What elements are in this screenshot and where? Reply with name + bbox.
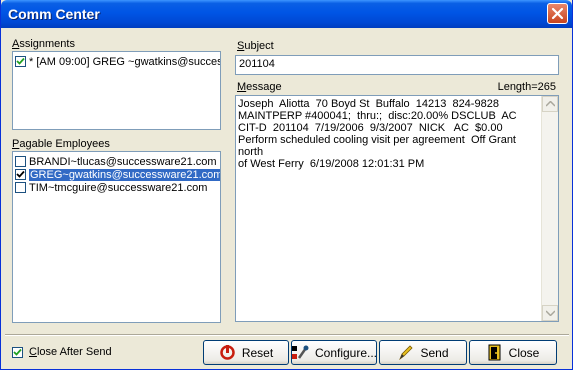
reset-button-label: Reset xyxy=(241,345,274,360)
check-icon xyxy=(16,170,25,178)
assignment-item[interactable]: * [AM 09:00] GREG ~gwatkins@successware2… xyxy=(15,55,221,68)
configure-button-label: Configure... xyxy=(314,345,378,360)
assignment-item-text: * [AM 09:00] GREG ~gwatkins@successware2… xyxy=(29,55,221,68)
reset-button[interactable]: Reset xyxy=(203,340,289,365)
close-after-send-checkbox[interactable] xyxy=(12,346,23,358)
configure-button[interactable]: Configure... xyxy=(291,340,377,365)
scroll-up-button[interactable] xyxy=(542,96,558,112)
door-icon xyxy=(488,344,501,361)
close-button-label: Close xyxy=(508,345,540,360)
title-bar[interactable]: Comm Center xyxy=(1,0,572,28)
message-text: Joseph Aliotta 70 Boyd St Buffalo 14213 … xyxy=(238,98,517,170)
scroll-down-icon xyxy=(546,310,555,316)
window-title: Comm Center xyxy=(8,6,100,22)
configure-icon xyxy=(291,345,309,359)
message-label: Message xyxy=(237,81,282,93)
employee-item-text: GREG~gwatkins@successware21.com xyxy=(29,168,220,181)
employee-checkbox[interactable] xyxy=(15,169,26,180)
message-length: Length=265 xyxy=(497,81,556,93)
send-button-label: Send xyxy=(420,345,449,360)
message-textarea[interactable]: Joseph Aliotta 70 Boyd St Buffalo 14213 … xyxy=(235,95,559,322)
scroll-up-icon xyxy=(546,101,555,107)
close-icon xyxy=(551,7,564,20)
message-scrollbar[interactable] xyxy=(541,96,558,321)
send-button[interactable]: Send xyxy=(379,340,467,365)
subject-input[interactable]: 201104 xyxy=(235,55,559,75)
pagable-employees-label: Pagable Employees xyxy=(12,138,110,150)
employee-checkbox[interactable] xyxy=(15,156,26,167)
employee-item-text: BRANDI~tlucas@successware21.com xyxy=(29,155,217,168)
employee-item-selected[interactable]: GREG~gwatkins@successware21.com xyxy=(15,168,220,181)
reset-icon xyxy=(220,345,235,360)
close-after-send-label: Close After Send xyxy=(29,346,112,358)
scroll-down-button[interactable] xyxy=(542,305,558,321)
employee-item[interactable]: BRANDI~tlucas@successware21.com xyxy=(15,155,217,168)
footer-divider xyxy=(5,334,569,336)
check-icon xyxy=(13,348,22,356)
employee-item[interactable]: TIM~tmcguire@successware21.com xyxy=(15,181,207,194)
comm-center-window: Comm Center Assignments * [AM 09:00] GRE… xyxy=(0,0,573,370)
check-icon xyxy=(16,57,25,65)
close-button[interactable]: Close xyxy=(469,340,557,365)
assignment-checkbox[interactable] xyxy=(15,56,26,67)
employee-item-text: TIM~tmcguire@successware21.com xyxy=(29,181,208,194)
employee-checkbox[interactable] xyxy=(15,182,26,193)
close-after-send-option[interactable]: Close After Send xyxy=(12,346,112,358)
window-close-button[interactable] xyxy=(547,3,568,24)
assignments-label: Assignments xyxy=(12,38,75,50)
employees-list[interactable]: BRANDI~tlucas@successware21.com GREG~gwa… xyxy=(12,151,221,323)
pencil-icon xyxy=(399,345,414,361)
subject-label: Subject xyxy=(237,40,274,52)
assignments-list[interactable]: * [AM 09:00] GREG ~gwatkins@successware2… xyxy=(12,51,221,130)
